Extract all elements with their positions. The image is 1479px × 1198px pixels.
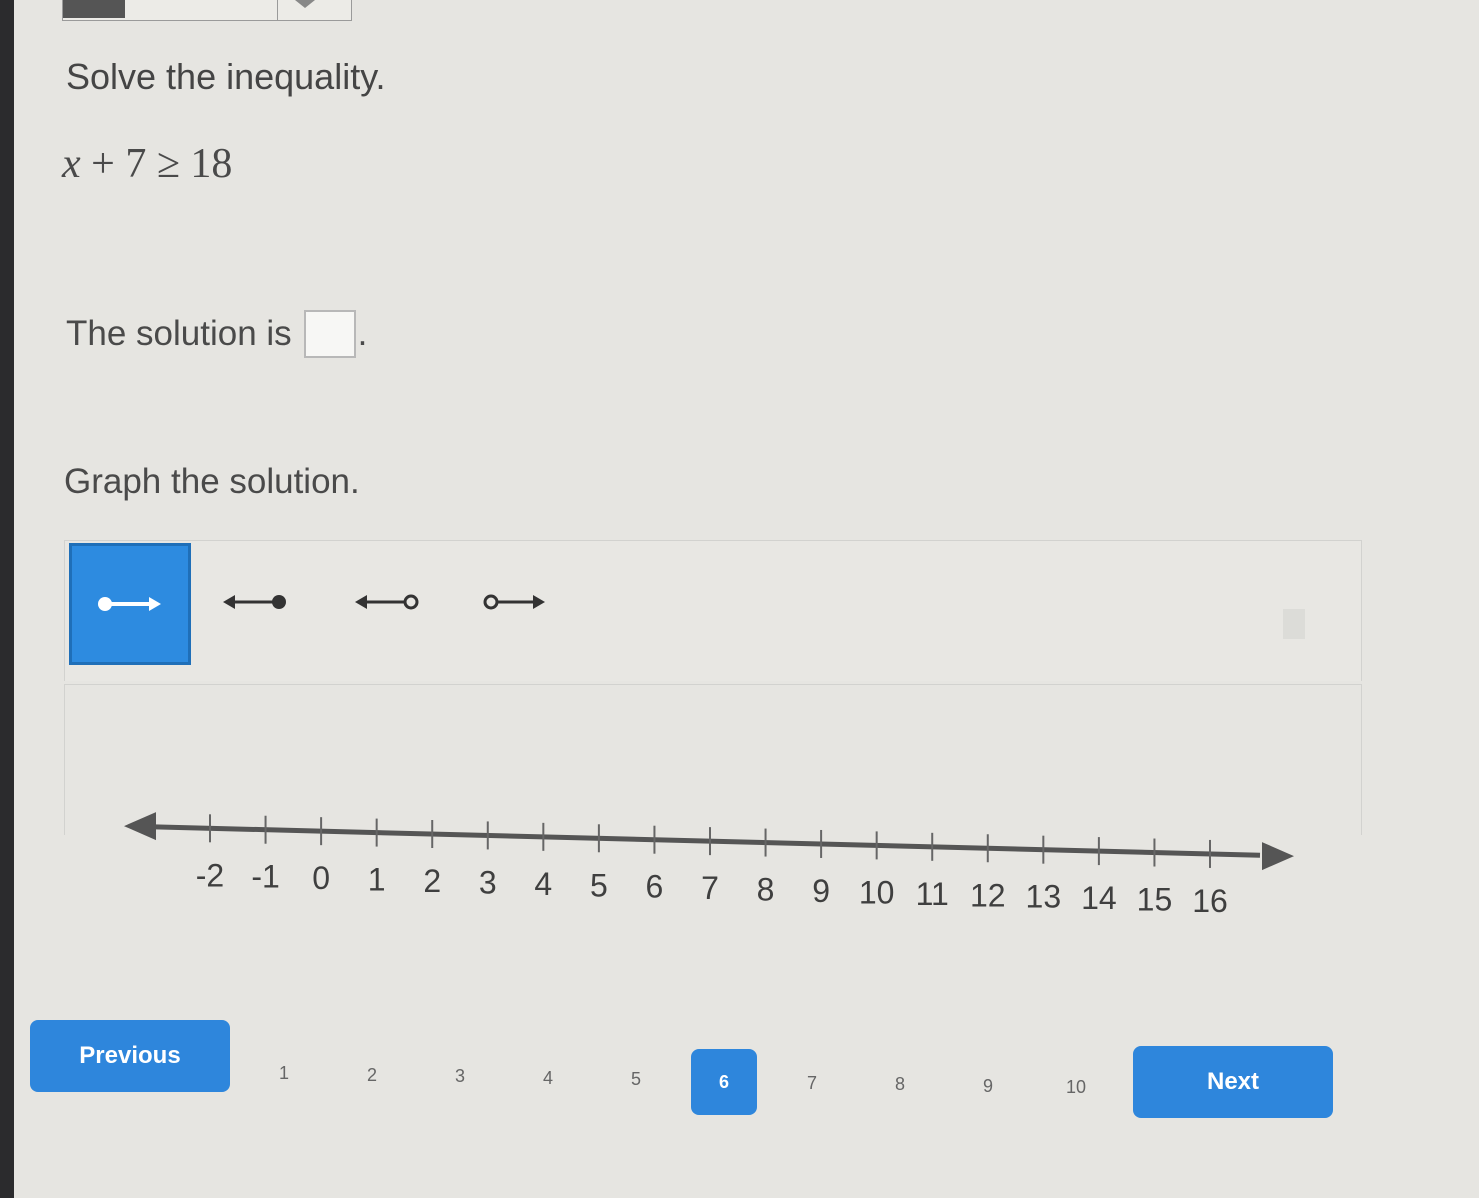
next-button[interactable]: Next <box>1133 1046 1333 1118</box>
tool-closed-ray-left[interactable] <box>195 541 317 663</box>
number-line-label: 5 <box>590 867 608 903</box>
number-line[interactable]: -2 -1 0 1 2 3 4 5 6 7 8 9 10 11 12 13 14 15 16 <box>110 800 1310 930</box>
number-line-axis-line[interactable] <box>149 824 1261 858</box>
tool-open-ray-left[interactable] <box>327 541 449 663</box>
number-line-labels: -2 -1 0 1 2 3 4 5 6 7 8 9 10 11 12 13 14 15 16 <box>196 857 1228 919</box>
closed-ray-right-icon <box>98 597 161 611</box>
graph-instruction: Graph the solution. <box>64 462 360 501</box>
number-line-label: 8 <box>757 872 775 908</box>
equation-rest: + 7 ≥ 18 <box>80 141 233 187</box>
number-line-ticks <box>209 814 1211 868</box>
page-link-3[interactable]: 3 <box>440 1066 480 1087</box>
number-line-label: 10 <box>859 874 895 910</box>
number-line-label: -1 <box>251 859 279 895</box>
solution-period: . <box>357 314 368 353</box>
toolbar-segment <box>63 0 125 18</box>
number-line-label: 0 <box>312 860 330 896</box>
page-link-5[interactable]: 5 <box>616 1069 656 1090</box>
tool-closed-ray-right[interactable] <box>69 543 191 665</box>
open-ray-right-icon <box>483 594 545 610</box>
top-toolbar-fragment <box>62 0 352 21</box>
toolbar-handle-icon[interactable] <box>1283 609 1305 639</box>
graph-tools-toolbar <box>64 540 1362 681</box>
inequality-equation: x + 7 ≥ 18 <box>62 140 232 188</box>
number-line-label: 1 <box>368 862 386 898</box>
number-line-label: 6 <box>646 869 664 905</box>
number-line-label: 7 <box>701 870 719 906</box>
page-link-4[interactable]: 4 <box>528 1068 568 1089</box>
number-line-label: -2 <box>196 857 224 893</box>
solution-label: The solution is <box>66 314 292 353</box>
page-link-8[interactable]: 8 <box>880 1074 920 1095</box>
number-line-label: 2 <box>423 863 441 899</box>
previous-button[interactable]: Previous <box>30 1020 230 1092</box>
number-line-label: 15 <box>1137 882 1173 918</box>
number-line-label: 12 <box>970 877 1006 913</box>
toolbar-divider <box>277 0 278 20</box>
number-line-label: 16 <box>1192 883 1228 919</box>
arrow-left-icon <box>124 812 156 841</box>
arrow-right-icon <box>1262 842 1294 871</box>
question-prompt: Solve the inequality. <box>66 56 386 97</box>
page-link-6[interactable]: 6 <box>691 1049 757 1115</box>
dropdown-arrow-icon[interactable] <box>295 0 315 8</box>
number-line-label: 9 <box>812 873 830 909</box>
number-line-label: 13 <box>1026 879 1062 915</box>
page-link-1[interactable]: 1 <box>264 1063 304 1084</box>
tool-open-ray-right[interactable] <box>453 541 575 663</box>
number-line-label: 4 <box>534 866 552 902</box>
number-line-label: 14 <box>1081 880 1117 916</box>
number-line-label: 11 <box>916 876 949 912</box>
open-ray-left-icon <box>355 594 419 610</box>
solution-row: The solution is . <box>66 310 367 358</box>
solution-answer-box[interactable] <box>303 310 356 358</box>
page-link-9[interactable]: 9 <box>968 1076 1008 1097</box>
equation-variable: x <box>62 141 81 187</box>
question-navigation: Previous 1 2 3 4 5 6 7 8 9 10 Next <box>0 1010 1479 1130</box>
page-link-7[interactable]: 7 <box>792 1073 832 1094</box>
page-link-2[interactable]: 2 <box>352 1065 392 1086</box>
number-line-label: 3 <box>479 864 497 900</box>
page-link-10[interactable]: 10 <box>1056 1077 1096 1098</box>
closed-ray-left-icon <box>223 595 286 609</box>
